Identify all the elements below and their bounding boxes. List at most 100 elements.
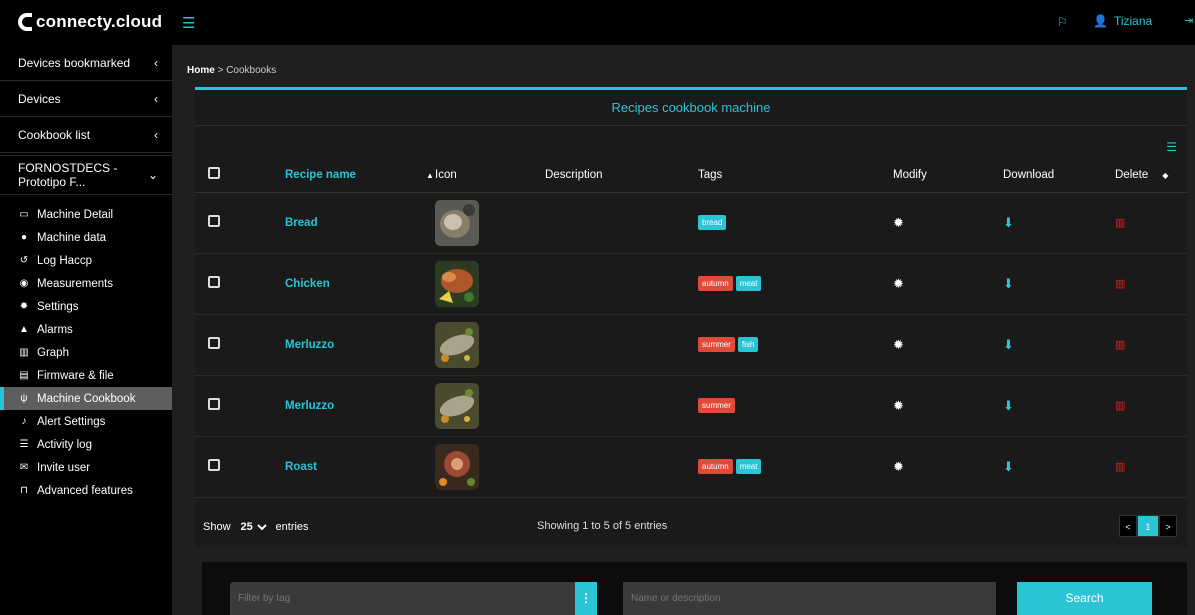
tag-badge[interactable]: fish: [737, 337, 759, 352]
tag-options-icon[interactable]: ⋮: [575, 582, 597, 615]
sidebar-item-settings[interactable]: ✹ Settings: [0, 295, 172, 318]
gear-icon: ✹: [19, 301, 29, 312]
column-description[interactable]: Description: [545, 158, 698, 193]
column-toggle-icon[interactable]: ☰: [1166, 140, 1177, 154]
table-row: Merluzzo summer fish ✹ ⬇ ▥: [195, 314, 1187, 376]
sidebar-group-cookbook-list[interactable]: Cookbook list ‹: [0, 117, 172, 153]
sidebar-item-machine-detail[interactable]: ▭ Machine Detail: [0, 203, 172, 226]
recipe-name[interactable]: Chicken: [285, 253, 435, 315]
page-length: Show 25 entries: [203, 520, 309, 534]
modify-gear-icon[interactable]: ✹: [893, 337, 904, 352]
download-icon[interactable]: ⬇: [1003, 276, 1014, 291]
recipe-thumbnail: [435, 443, 479, 490]
delete-trash-icon[interactable]: ▥: [1115, 339, 1125, 351]
sidebar-item-alarms[interactable]: ▲ Alarms: [0, 318, 172, 341]
table-row: Merluzzo summer ✹ ⬇ ▥: [195, 375, 1187, 437]
recipe-name[interactable]: Roast: [285, 436, 435, 498]
download-icon[interactable]: ⬇: [1003, 459, 1014, 474]
pagination: < 1 >: [1119, 515, 1177, 537]
modify-gear-icon[interactable]: ✹: [893, 398, 904, 413]
recipe-description: [545, 375, 698, 437]
sidebar-item-log-haccp[interactable]: ↺ Log Haccp: [0, 249, 172, 272]
row-checkbox[interactable]: [208, 276, 220, 288]
recipe-description: [545, 192, 698, 254]
logout-icon[interactable]: ⇥: [1184, 14, 1193, 27]
user-menu[interactable]: 👤 Tiziana: [1093, 14, 1152, 28]
flag-icon[interactable]: ⚐: [1057, 15, 1068, 29]
recipe-thumbnail: [435, 321, 479, 368]
recipe-name[interactable]: Bread: [285, 192, 435, 254]
chevron-down-icon: ⌄: [147, 168, 158, 182]
recipe-tags: autumn meat: [698, 253, 893, 315]
bell-icon: ♪: [21, 416, 27, 427]
column-recipe-name[interactable]: Recipe name ▲: [285, 158, 435, 193]
row-checkbox[interactable]: [208, 337, 220, 349]
pager-page-button[interactable]: 1: [1137, 515, 1159, 537]
entries-info: Showing 1 to 5 of 5 entries: [537, 520, 668, 532]
recipe-thumbnail: [435, 260, 479, 307]
delete-trash-icon[interactable]: ▥: [1115, 278, 1125, 290]
tag-badge[interactable]: autumn: [698, 276, 733, 291]
modify-gear-icon[interactable]: ✹: [893, 276, 904, 291]
breadcrumb: Home > Cookbooks: [187, 65, 276, 76]
delete-trash-icon[interactable]: ▥: [1115, 217, 1125, 229]
panel-title: Recipes cookbook machine: [195, 90, 1187, 126]
breadcrumb-current: Cookbooks: [226, 65, 277, 76]
download-icon[interactable]: ⬇: [1003, 398, 1014, 413]
sidebar-group-label: Cookbook list: [18, 127, 91, 142]
tag-badge[interactable]: meat: [735, 459, 762, 474]
tag-badge[interactable]: bread: [698, 215, 727, 230]
breadcrumb-home[interactable]: Home: [187, 65, 215, 76]
row-checkbox[interactable]: [208, 215, 220, 227]
name-search-input[interactable]: [623, 582, 996, 615]
recipe-tags: summer fish: [698, 314, 893, 376]
sidebar-group-devices[interactable]: Devices ‹: [0, 81, 172, 117]
recipes-panel: Recipes cookbook machine ☰ Recipe name ▲ …: [195, 87, 1187, 547]
sidebar-item-label: Machine data: [37, 231, 107, 244]
sidebar-item-alert-settings[interactable]: ♪ Alert Settings: [0, 410, 172, 433]
sidebar-group-devices-bookmarked[interactable]: Devices bookmarked ‹: [0, 45, 172, 81]
delete-trash-icon[interactable]: ▥: [1115, 461, 1125, 473]
sidebar-item-machine-cookbook[interactable]: ψ Machine Cookbook: [0, 387, 172, 410]
download-icon[interactable]: ⬇: [1003, 337, 1014, 352]
column-tags[interactable]: Tags: [698, 158, 893, 193]
row-checkbox[interactable]: [208, 398, 220, 410]
search-button[interactable]: Search: [1017, 582, 1152, 615]
recipe-tags: autumn meat: [698, 436, 893, 498]
menu-toggle-icon[interactable]: ☰: [182, 14, 195, 32]
tag-badge[interactable]: summer: [698, 398, 735, 413]
pager-next-button[interactable]: >: [1159, 515, 1177, 537]
entries-select[interactable]: 25: [236, 520, 270, 534]
chevron-left-icon: ‹: [154, 127, 158, 142]
modify-gear-icon[interactable]: ✹: [893, 215, 904, 230]
sidebar-machine-selector[interactable]: FORNOSTDECS - Prototipo F... ⌄: [0, 155, 172, 195]
user-name: Tiziana: [1113, 14, 1153, 28]
sidebar-item-graph[interactable]: ▥ Graph: [0, 341, 172, 364]
modify-gear-icon[interactable]: ✹: [893, 459, 904, 474]
sidebar-item-label: Invite user: [37, 461, 91, 474]
recipe-name[interactable]: Merluzzo: [285, 375, 435, 437]
envelope-icon: ✉: [19, 462, 29, 473]
pager-prev-button[interactable]: <: [1119, 515, 1137, 537]
sidebar-item-machine-data[interactable]: ● Machine data: [0, 226, 172, 249]
sidebar-item-measurements[interactable]: ◉ Measurements: [0, 272, 172, 295]
list-icon: ☰: [19, 439, 29, 450]
warning-icon: ▲: [19, 324, 29, 335]
delete-trash-icon[interactable]: ▥: [1115, 400, 1125, 412]
recipe-thumbnail: [435, 199, 479, 246]
select-all-checkbox[interactable]: [208, 167, 220, 180]
sidebar-item-invite-user[interactable]: ✉ Invite user: [0, 456, 172, 479]
row-checkbox[interactable]: [208, 459, 220, 471]
sidebar-item-firmware[interactable]: ▤ Firmware & file: [0, 364, 172, 387]
tag-filter-input[interactable]: [230, 582, 575, 615]
column-delete: Delete ◆: [1115, 158, 1187, 193]
sidebar-item-label: Machine Detail: [37, 208, 114, 221]
sidebar-item-advanced-features[interactable]: ⊓ Advanced features: [0, 479, 172, 502]
tag-badge[interactable]: summer: [698, 337, 735, 352]
tag-badge[interactable]: autumn: [698, 459, 733, 474]
sidebar-item-activity-log[interactable]: ☰ Activity log: [0, 433, 172, 456]
download-icon[interactable]: ⬇: [1003, 215, 1014, 230]
recipe-name[interactable]: Merluzzo: [285, 314, 435, 376]
brand-logo[interactable]: connecty.cloud: [18, 12, 162, 32]
tag-badge[interactable]: meat: [735, 276, 762, 291]
